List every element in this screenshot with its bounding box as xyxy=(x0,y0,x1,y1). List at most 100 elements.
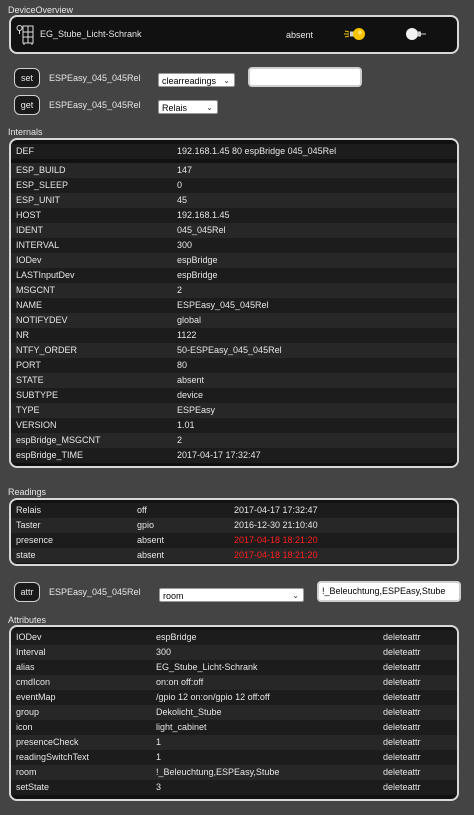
set-device-label: ESPEasy_045_045Rel xyxy=(49,73,141,83)
chevron-down-icon: ⌄ xyxy=(292,591,299,600)
table-row: eventMap/gpio 12 on:on/gpio 12 off:off de… xyxy=(11,690,457,705)
internal-value: absent xyxy=(177,375,205,385)
attr-name-select[interactable]: room ⌄ xyxy=(159,588,304,602)
attribute-name[interactable]: Interval xyxy=(16,645,46,660)
attr-value-input[interactable]: !_Beleuchtung,ESPEasy,Stube xyxy=(317,581,461,602)
internals-table: DEF 192.168.1.45 80 espBridge 045_045Rel E… xyxy=(9,138,459,468)
delete-attr-link[interactable]: deleteattr xyxy=(383,720,421,735)
reading-timestamp: 2017-04-18 18:21:20 xyxy=(234,550,318,560)
attribute-value: EG_Stube_Licht-Schrank xyxy=(156,662,258,672)
get-reading-select[interactable]: Relais ⌄ xyxy=(158,100,218,114)
table-row: Interval 300 deleteattr xyxy=(11,645,457,660)
reading-timestamp: 2016-12-30 21:10:40 xyxy=(234,520,318,530)
readings-table: Relais off 2017-04-17 17:32:47 Taster gpio 20… xyxy=(9,498,459,566)
internal-key: DEF xyxy=(16,146,34,156)
table-row: ESP_SLEEP 0 xyxy=(11,178,457,193)
internal-key: ESP_BUILD xyxy=(16,165,66,175)
internal-value: 45 xyxy=(177,195,188,205)
internal-key: IDENT xyxy=(16,225,43,235)
table-row: state absent 2017-04-18 18:21:20 xyxy=(11,548,457,563)
attributes-title: Attributes xyxy=(8,615,47,625)
device-overview-panel: EG_Stube_Licht-Schrank absent xyxy=(9,15,459,54)
attribute-value: 1 xyxy=(156,737,162,747)
set-command-value: clearreadings xyxy=(162,76,217,86)
reading-value: gpio xyxy=(137,520,155,530)
table-row: IODev espBridge deleteattr xyxy=(11,630,457,645)
delete-attr-link[interactable]: deleteattr xyxy=(383,630,421,645)
table-row: readingSwitchText 1 deleteattr xyxy=(11,750,457,765)
delete-attr-link[interactable]: deleteattr xyxy=(383,645,421,660)
internal-key: STATE xyxy=(16,375,44,385)
attribute-value: /gpio 12 on:on/gpio 12 off:off xyxy=(156,692,270,702)
internal-key: NTFY_ORDER xyxy=(16,345,78,355)
get-button[interactable]: get xyxy=(14,95,40,115)
table-row: VERSION 1.01 xyxy=(11,418,457,433)
attribute-name[interactable]: IODev xyxy=(16,630,42,645)
reading-name: state xyxy=(16,550,36,560)
delete-attr-link[interactable]: deleteattr xyxy=(383,735,421,750)
table-row: group Dekolicht_Stube deleteattr xyxy=(11,705,457,720)
attribute-value: 1 xyxy=(156,752,162,762)
get-device-label: ESPEasy_045_045Rel xyxy=(49,100,141,110)
chevron-down-icon: ⌄ xyxy=(223,76,230,85)
table-row: alias EG_Stube_Licht-Schrank deleteattr xyxy=(11,660,457,675)
table-row: presence absent 2017-04-18 18:21:20 xyxy=(11,533,457,548)
reading-name: Relais xyxy=(16,505,42,515)
reading-timestamp: 2017-04-17 17:32:47 xyxy=(234,505,318,515)
internal-key: ESP_UNIT xyxy=(16,195,61,205)
table-row: room !_Beleuchtung,ESPEasy,Stube deleteatt… xyxy=(11,765,457,780)
attribute-name[interactable]: room xyxy=(16,765,37,780)
attribute-name[interactable]: eventMap xyxy=(16,690,56,705)
table-row: TYPE ESPEasy xyxy=(11,403,457,418)
internal-value: 045_045Rel xyxy=(177,225,226,235)
internal-value: 2017-04-17 17:32:47 xyxy=(177,450,261,460)
attribute-name[interactable]: group xyxy=(16,705,39,720)
attribute-name[interactable]: setState xyxy=(16,780,49,795)
table-row: HOST 192.168.1.45 xyxy=(11,208,457,223)
internal-key: NR xyxy=(16,330,29,340)
attribute-value: !_Beleuchtung,ESPEasy,Stube xyxy=(156,767,280,777)
reading-value: off xyxy=(137,505,147,515)
attribute-value: on:on off:off xyxy=(156,677,204,687)
attributes-table: IODev espBridge deleteattr Interval 300 delet… xyxy=(9,625,459,801)
device-name-link[interactable]: EG_Stube_Licht-Schrank xyxy=(40,29,142,39)
delete-attr-link[interactable]: deleteattr xyxy=(383,765,421,780)
set-button[interactable]: set xyxy=(14,68,40,88)
table-row: ESP_BUILD 147 xyxy=(11,163,457,178)
attr-button[interactable]: attr xyxy=(14,582,40,602)
attribute-value: light_cabinet xyxy=(156,722,207,732)
internal-value: 192.168.1.45 xyxy=(177,210,230,220)
table-row: INTERVAL 300 xyxy=(11,238,457,253)
attribute-name[interactable]: icon xyxy=(16,720,33,735)
delete-attr-link[interactable]: deleteattr xyxy=(383,705,421,720)
delete-attr-link[interactable]: deleteattr xyxy=(383,780,421,795)
internal-key: INTERVAL xyxy=(16,240,60,250)
internal-value: device xyxy=(177,390,204,400)
internal-value: 80 xyxy=(177,360,188,370)
set-command-select[interactable]: clearreadings ⌄ xyxy=(158,73,235,87)
light-off-icon[interactable] xyxy=(405,26,427,42)
attribute-name[interactable]: alias xyxy=(16,660,35,675)
attribute-name[interactable]: cmdIcon xyxy=(16,675,50,690)
device-overview-title: DeviceOverview xyxy=(8,5,74,15)
table-row: presenceCheck 1 deleteattr xyxy=(11,735,457,750)
attribute-name[interactable]: presenceCheck xyxy=(16,735,79,750)
internal-value: 0 xyxy=(177,180,183,190)
delete-attr-link[interactable]: deleteattr xyxy=(383,660,421,675)
set-value-input[interactable] xyxy=(248,67,362,87)
table-row: NOTIFYDEV global xyxy=(11,313,457,328)
internal-value: ESPEasy_045_045Rel xyxy=(177,300,269,310)
delete-attr-link[interactable]: deleteattr xyxy=(383,690,421,705)
internal-key: PORT xyxy=(16,360,41,370)
internal-value: 300 xyxy=(177,240,193,250)
delete-attr-link[interactable]: deleteattr xyxy=(383,750,421,765)
delete-attr-link[interactable]: deleteattr xyxy=(383,675,421,690)
attr-device-label: ESPEasy_045_045Rel xyxy=(49,587,141,597)
internal-value: 2 xyxy=(177,435,183,445)
attr-name-value: room xyxy=(163,591,184,601)
cabinet-light-icon xyxy=(16,25,34,45)
light-on-icon[interactable] xyxy=(344,26,366,42)
attribute-name[interactable]: readingSwitchText xyxy=(16,750,89,765)
internal-value: global xyxy=(177,315,202,325)
get-reading-value: Relais xyxy=(162,103,188,113)
